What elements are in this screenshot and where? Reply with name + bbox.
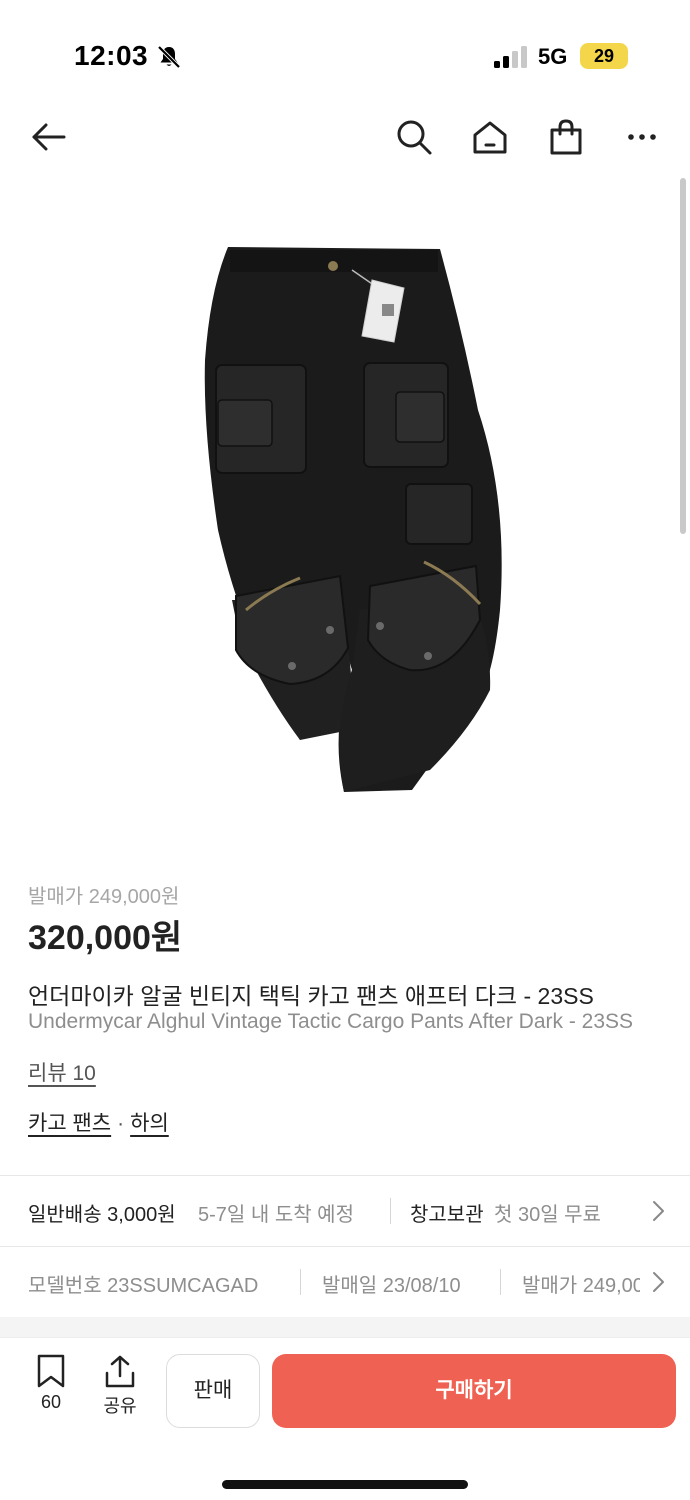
sell-button[interactable]: 판매 [166,1354,260,1428]
model-number: 모델번호 23SSUMCAGAD [28,1275,259,1297]
search-button[interactable] [392,115,436,159]
parent-category-link[interactable]: 하의 [130,1112,169,1135]
vertical-divider [300,1269,301,1295]
product-image[interactable] [0,170,690,850]
vertical-divider [500,1269,501,1295]
back-arrow-icon [32,123,66,151]
back-button[interactable] [26,115,70,159]
vertical-divider [390,1198,391,1224]
nav-bar [0,110,690,164]
home-button[interactable] [468,115,512,159]
cart-button[interactable] [544,115,588,159]
bottom-action-bar: 60 공유 판매 구매하기 [0,1337,690,1500]
share-icon [105,1355,135,1388]
buy-button[interactable]: 구매하기 [272,1354,676,1428]
section-spacer [0,1317,690,1337]
network-type: 5G [538,44,568,69]
more-icon [628,134,656,140]
release-date: 발매일 23/08/10 [322,1275,461,1297]
delivery-row[interactable]: 일반배송 3,000원 5-7일 내 도착 예정 창고보관 첫 30일 무료 [0,1176,690,1246]
status-bar: 12:03 5G 29 [0,0,690,110]
chevron-right-icon [653,1272,664,1292]
more-button[interactable] [620,115,664,159]
original-price: 발매가 249,000원 [28,886,180,908]
bell-off-icon [157,45,181,69]
product-subtitle: Undermycar Alghul Vintage Tactic Cargo P… [28,1010,634,1033]
status-time: 12:03 [74,40,149,71]
search-icon [397,120,432,155]
signal-icon [494,46,527,68]
shipping-eta: 5-7일 내 도착 예정 [198,1204,354,1226]
category-separator: · [117,1112,125,1135]
product-title: 언더마이카 알굴 빈티지 택틱 카고 팬츠 애프터 다크 - 23SS [28,983,594,1009]
share-label: 공유 [103,1396,137,1416]
share-button[interactable]: 공유 [95,1354,145,1418]
image-scrollbar[interactable] [680,178,686,534]
shipping-label: 일반배송 3,000원 [28,1204,176,1226]
storage-label: 창고보관 [410,1204,484,1226]
release-price: 발매가 249,000원 [522,1275,640,1297]
home-indicator [222,1480,468,1489]
chevron-right-icon [653,1201,664,1221]
save-button[interactable]: 60 [26,1354,76,1413]
save-count: 60 [40,1392,62,1412]
review-link[interactable]: 리뷰 10 [28,1057,96,1087]
category-breadcrumb: 카고 팬츠 · 하의 [28,1107,169,1137]
battery-indicator: 29 [580,43,628,69]
storage-desc: 첫 30일 무료 [494,1204,601,1226]
shopping-bag-icon [550,119,582,155]
product-meta-row[interactable]: 모델번호 23SSUMCAGAD 발매일 23/08/10 발매가 249,00… [0,1247,690,1317]
category-link[interactable]: 카고 팬츠 [28,1112,111,1135]
home-icon [473,121,507,154]
bookmark-icon [37,1354,65,1388]
current-price: 320,000원 [28,919,183,957]
